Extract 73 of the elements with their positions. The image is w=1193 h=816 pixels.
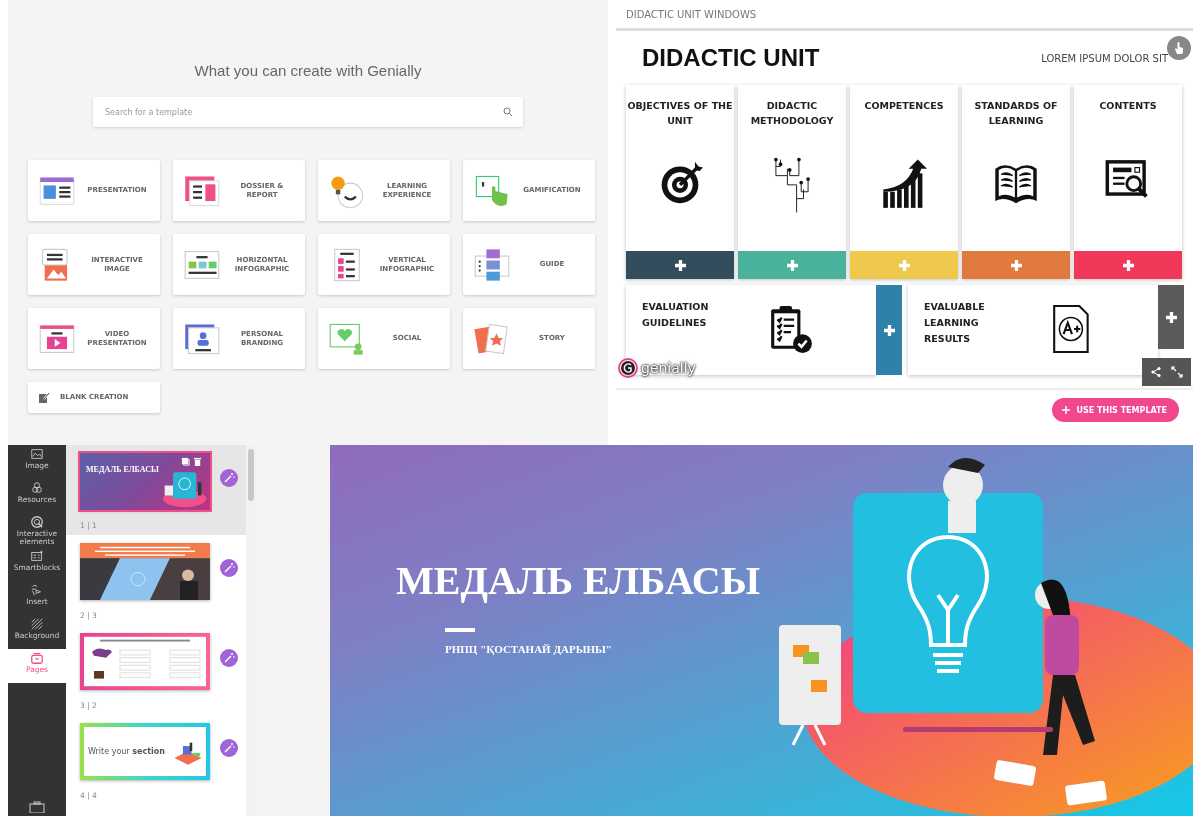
unit-title: DIDACTIC UNIT <box>642 44 820 72</box>
section-title: COMPETENCES <box>864 99 944 113</box>
brand-name: genially <box>641 360 696 376</box>
section-title: STANDARDS OF LEARNING <box>973 99 1059 128</box>
tool-icon <box>30 651 44 665</box>
magic-wand-icon[interactable] <box>220 739 238 757</box>
open-book-icon <box>995 165 1037 204</box>
magic-wand-icon[interactable] <box>220 649 238 667</box>
image-icon <box>41 248 68 281</box>
tool-icon <box>30 617 44 631</box>
branching-tree-icon <box>774 157 810 213</box>
section-title: CONTENTS <box>1099 99 1157 113</box>
trash-icon[interactable] <box>193 457 202 466</box>
document-icon <box>185 175 220 206</box>
tool-icon <box>30 481 44 495</box>
slide-subtitle: РНПЦ "ҚОСТАНАЙ ДАРЫНЫ" <box>445 643 612 655</box>
story-cards-icon <box>474 323 508 354</box>
slide-thumbnail[interactable] <box>80 633 210 690</box>
plus-icon <box>786 259 798 271</box>
expand-button[interactable] <box>876 285 902 375</box>
plus-icon <box>1122 259 1134 271</box>
list-icon <box>334 248 360 281</box>
share-icon[interactable] <box>1150 366 1163 378</box>
profile-card-icon <box>185 323 220 354</box>
title-underline <box>445 628 475 632</box>
section-title: EVALUABLE LEARNING RESULTS <box>924 300 986 347</box>
slide-thumbnail[interactable] <box>80 543 210 600</box>
video-icon <box>39 324 75 353</box>
presentation-icon <box>39 176 75 205</box>
growth-chart-icon <box>883 159 927 208</box>
tool-icon <box>30 549 44 563</box>
tool-icon <box>30 515 44 529</box>
lightbulb-icon <box>331 175 364 208</box>
slide-thumbnail[interactable]: МЕДАЛЬ ЕЛБАСЫ <box>80 453 210 510</box>
expand-button[interactable] <box>1158 285 1184 349</box>
gallery-title: What you can create with Genially <box>194 62 422 79</box>
section-title: OBJECTIVES OF THE UNIT <box>626 99 734 128</box>
guide-icon <box>474 248 510 281</box>
use-template-button[interactable]: USE THIS TEMPLATE <box>1052 398 1179 422</box>
target-icon <box>661 161 703 204</box>
graded-paper-icon <box>1053 304 1089 354</box>
slide-title: МЕДАЛЬ ЕЛБАСЫ <box>396 557 761 604</box>
touch-button[interactable] <box>1167 36 1191 60</box>
slide-thumbnail[interactable]: Write your section <box>80 723 210 780</box>
plus-icon <box>883 324 895 336</box>
section-title: EVALUATION GUIDELINES <box>642 300 710 331</box>
briefcase-icon[interactable] <box>29 801 45 816</box>
search-icon <box>503 107 513 117</box>
section-title: DIDACTIC METHODOLOGY <box>749 99 835 128</box>
infographic-icon <box>184 250 220 279</box>
social-icon <box>329 323 363 355</box>
plus-icon <box>674 259 686 271</box>
tool-icon <box>30 447 44 461</box>
magic-wand-icon[interactable] <box>220 469 238 487</box>
search-field[interactable]: Search for a template <box>93 97 523 127</box>
plus-icon <box>1165 311 1177 323</box>
magic-wand-icon[interactable] <box>220 559 238 577</box>
document-search-icon <box>1105 160 1148 198</box>
clipboard-check-icon <box>771 306 812 354</box>
hand-icon <box>1173 41 1185 55</box>
plus-icon <box>1062 406 1071 414</box>
share-toolbar[interactable] <box>1142 358 1191 386</box>
pencil-icon <box>38 391 50 404</box>
plus-icon <box>898 259 910 271</box>
thumbnail-title: Write your section <box>88 747 165 756</box>
preview-header: DIDACTIC UNIT WINDOWS <box>625 8 758 22</box>
thumbnail-title: МЕДАЛЬ ЕЛБАСЫ <box>86 465 159 474</box>
fullscreen-icon[interactable] <box>1170 366 1183 378</box>
unit-subtitle: LOREM IPSUM DOLOR SIT <box>1041 52 1168 64</box>
touch-icon <box>475 175 508 206</box>
tool-icon <box>30 583 44 597</box>
plus-icon <box>1010 259 1022 271</box>
duplicate-icon[interactable] <box>181 457 190 466</box>
